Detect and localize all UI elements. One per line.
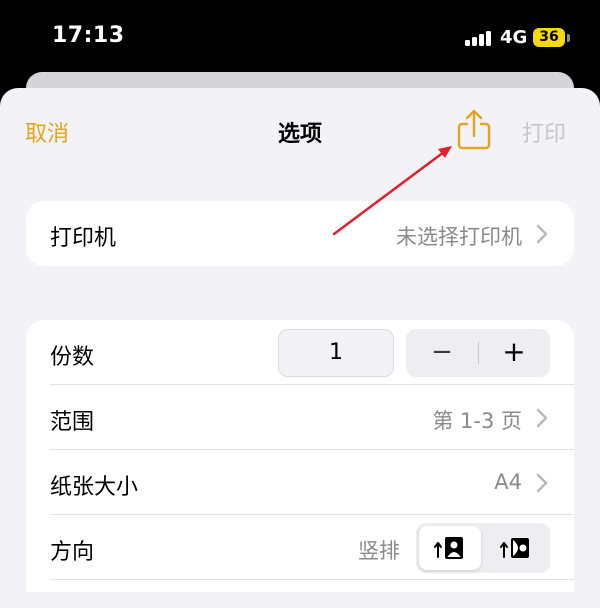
copies-stepper: − + xyxy=(406,329,550,377)
status-time: 17:13 xyxy=(52,23,125,48)
status-bar: 17:13 4G 36 xyxy=(0,0,600,72)
battery-level: 36 xyxy=(539,29,559,45)
copies-label: 份数 xyxy=(50,345,95,370)
orientation-row: 方向 竖排 xyxy=(26,515,574,580)
portrait-icon xyxy=(434,537,463,559)
share-button[interactable] xyxy=(455,108,493,152)
share-icon xyxy=(457,109,491,150)
page-title: 选项 xyxy=(277,122,322,147)
paper-size-row[interactable]: 纸张大小 A4 xyxy=(26,450,574,515)
paper-size-label: 纸张大小 xyxy=(50,475,139,500)
printer-row[interactable]: 打印机 未选择打印机 xyxy=(26,201,574,266)
portrait-button[interactable] xyxy=(419,526,481,570)
increment-button[interactable]: + xyxy=(478,329,550,377)
copies-field[interactable]: 1 xyxy=(278,329,394,377)
chevron-right-icon xyxy=(536,473,548,493)
range-label: 范围 xyxy=(50,410,95,435)
options-group: 份数 1 − + 范围 第 1-3 页 纸张大小 A4 方向 竖排 xyxy=(26,320,574,592)
chevron-right-icon xyxy=(536,408,548,428)
signal-icon xyxy=(465,30,493,46)
orientation-segmented-control xyxy=(416,523,550,573)
range-value: 第 1-3 页 xyxy=(432,409,522,433)
landscape-button[interactable] xyxy=(485,526,547,570)
print-button[interactable]: 打印 xyxy=(522,116,566,148)
network-type: 4G xyxy=(500,27,528,48)
decrement-button[interactable]: − xyxy=(406,329,478,377)
paper-size-value: A4 xyxy=(494,470,522,494)
cancel-button[interactable]: 取消 xyxy=(25,116,69,148)
printer-label: 打印机 xyxy=(50,226,117,251)
printer-value: 未选择打印机 xyxy=(396,225,522,249)
orientation-label: 方向 xyxy=(50,540,95,565)
range-row[interactable]: 范围 第 1-3 页 xyxy=(26,385,574,450)
printer-group: 打印机 未选择打印机 xyxy=(26,201,574,266)
battery-icon: 36 xyxy=(533,28,565,47)
row-divider xyxy=(50,579,574,580)
battery-tip xyxy=(567,34,570,42)
landscape-icon xyxy=(500,538,529,558)
chevron-right-icon xyxy=(536,224,548,244)
copies-row: 份数 1 − + xyxy=(26,320,574,385)
orientation-value: 竖排 xyxy=(358,539,400,563)
